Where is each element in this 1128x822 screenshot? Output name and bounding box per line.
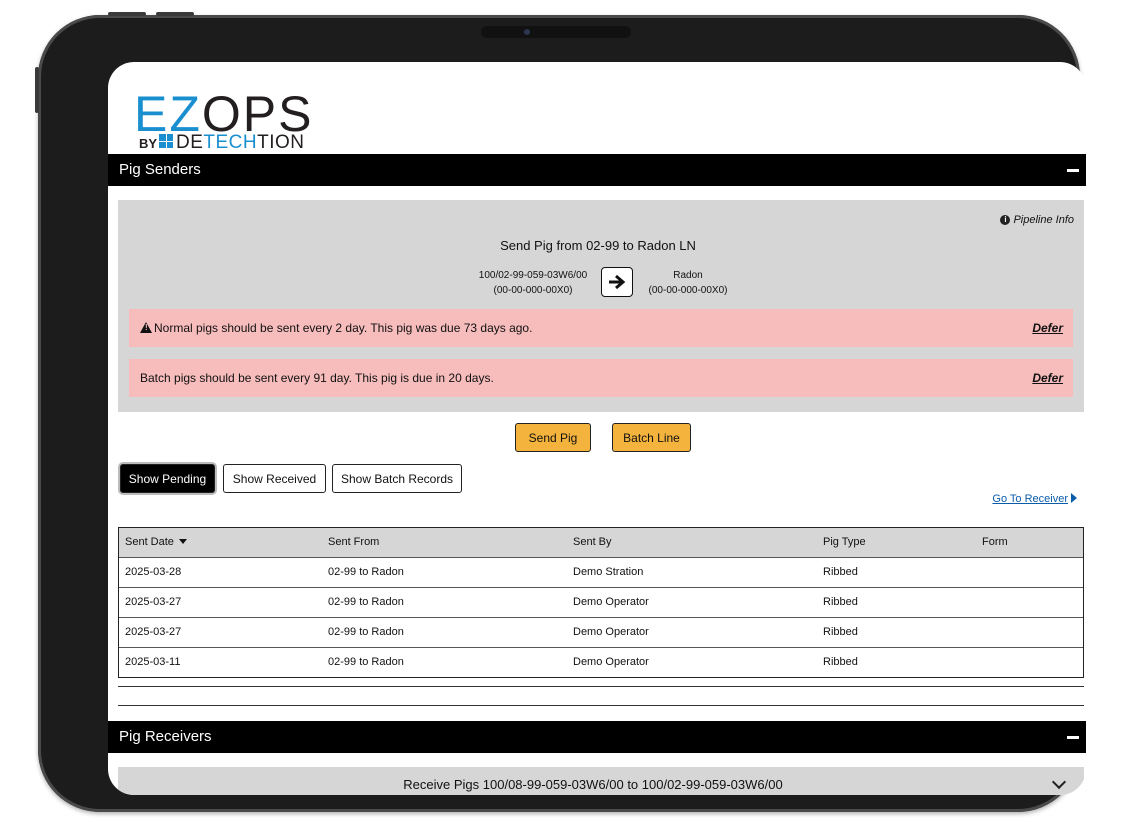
receive-pigs-panel[interactable]: Receive Pigs 100/08-99-059-03W6/00 to 10… <box>118 767 1084 795</box>
pig-senders-header[interactable]: Pig Senders <box>108 154 1086 186</box>
send-title: Send Pig from 02-99 to Radon LN <box>500 238 696 253</box>
sort-down-icon <box>178 539 187 544</box>
collapse-icon[interactable] <box>1067 169 1079 172</box>
divider <box>118 686 1084 687</box>
pipeline-info-link[interactable]: i Pipeline Info <box>1000 214 1074 226</box>
warning-icon: ! <box>140 322 152 333</box>
cell-sent-by: Demo Operator <box>573 596 649 608</box>
to-location: Radon (00-00-000-00X0) <box>648 270 728 296</box>
arrow-right-icon[interactable] <box>601 267 633 297</box>
section-title: Pig Senders <box>119 161 201 178</box>
pig-receivers-header[interactable]: Pig Receivers <box>108 721 1086 753</box>
cell-sent-date: 2025-03-27 <box>125 626 182 638</box>
show-batch-records-button[interactable]: Show Batch Records <box>332 464 462 493</box>
logo-wordmark: EZOPS <box>134 86 314 142</box>
column-pig-type: Pig Type <box>823 536 866 548</box>
alert-message: ! Normal pigs should be sent every 2 day.… <box>140 321 532 335</box>
batch-line-button[interactable]: Batch Line <box>612 423 691 452</box>
show-received-button[interactable]: Show Received <box>223 464 326 493</box>
screen: EZOPS BY DETECHTION Pig Senders i Pipelin… <box>108 62 1086 795</box>
defer-link[interactable]: Defer <box>1032 371 1063 385</box>
column-sent-from: Sent From <box>328 536 380 548</box>
table-row[interactable]: 2025-03-11 02-99 to Radon Demo Operator … <box>119 647 1083 677</box>
table-row[interactable]: 2025-03-28 02-99 to Radon Demo Stration … <box>119 557 1083 587</box>
send-pig-panel: i Pipeline Info Send Pig from 02-99 to Ra… <box>118 200 1084 412</box>
receive-title: Receive Pigs 100/08-99-059-03W6/00 to 10… <box>403 777 783 792</box>
batch-pig-alert: Batch pigs should be sent every 91 day. … <box>129 359 1073 397</box>
go-to-receiver-link[interactable]: Go To Receiver <box>992 493 1077 505</box>
info-icon: i <box>1000 215 1011 225</box>
table-row[interactable]: 2025-03-27 02-99 to Radon Demo Operator … <box>119 587 1083 617</box>
column-form: Form <box>982 536 1008 548</box>
section-title: Pig Receivers <box>119 728 212 745</box>
cell-sent-date: 2025-03-27 <box>125 596 182 608</box>
cell-sent-from: 02-99 to Radon <box>328 656 404 668</box>
logo-detechtion: DETECHTION <box>176 132 305 153</box>
cell-pig-type: Ribbed <box>823 626 858 638</box>
defer-link[interactable]: Defer <box>1032 321 1063 335</box>
normal-pig-alert: ! Normal pigs should be sent every 2 day.… <box>129 309 1073 347</box>
ezops-logo: EZOPS BY DETECHTION <box>134 86 354 153</box>
divider <box>118 705 1084 706</box>
logo-by: BY <box>139 136 158 151</box>
table-row[interactable]: 2025-03-27 02-99 to Radon Demo Operator … <box>119 617 1083 647</box>
table-header: Sent Date Sent From Sent By Pig Type For… <box>119 528 1083 557</box>
cell-sent-date: 2025-03-28 <box>125 566 182 578</box>
collapse-icon[interactable] <box>1067 736 1079 739</box>
alert-message: Batch pigs should be sent every 91 day. … <box>140 371 494 385</box>
column-sent-date[interactable]: Sent Date <box>125 528 187 557</box>
cell-sent-from: 02-99 to Radon <box>328 566 404 578</box>
cell-sent-by: Demo Stration <box>573 566 644 578</box>
cell-pig-type: Ribbed <box>823 656 858 668</box>
show-pending-button[interactable]: Show Pending <box>120 464 215 493</box>
pig-senders-table: Sent Date Sent From Sent By Pig Type For… <box>118 527 1084 678</box>
detechtion-mark-icon <box>159 134 173 148</box>
from-location: 100/02-99-059-03W6/00 (00-00-000-00X0) <box>478 270 588 296</box>
cell-sent-date: 2025-03-11 <box>125 656 181 668</box>
cell-pig-type: Ribbed <box>823 596 858 608</box>
column-sent-by: Sent By <box>573 536 612 548</box>
caret-right-icon <box>1071 493 1077 503</box>
volume-button <box>108 12 146 16</box>
send-pig-button[interactable]: Send Pig <box>515 423 591 452</box>
cell-sent-by: Demo Operator <box>573 626 649 638</box>
tablet-frame: EZOPS BY DETECHTION Pig Senders i Pipelin… <box>35 12 1086 812</box>
cell-sent-from: 02-99 to Radon <box>328 596 404 608</box>
cell-sent-from: 02-99 to Radon <box>328 626 404 638</box>
camera-icon <box>524 29 530 35</box>
power-button <box>35 67 39 113</box>
cell-sent-by: Demo Operator <box>573 656 649 668</box>
camera-bar <box>481 26 631 38</box>
cell-pig-type: Ribbed <box>823 566 858 578</box>
volume-button <box>156 12 194 16</box>
